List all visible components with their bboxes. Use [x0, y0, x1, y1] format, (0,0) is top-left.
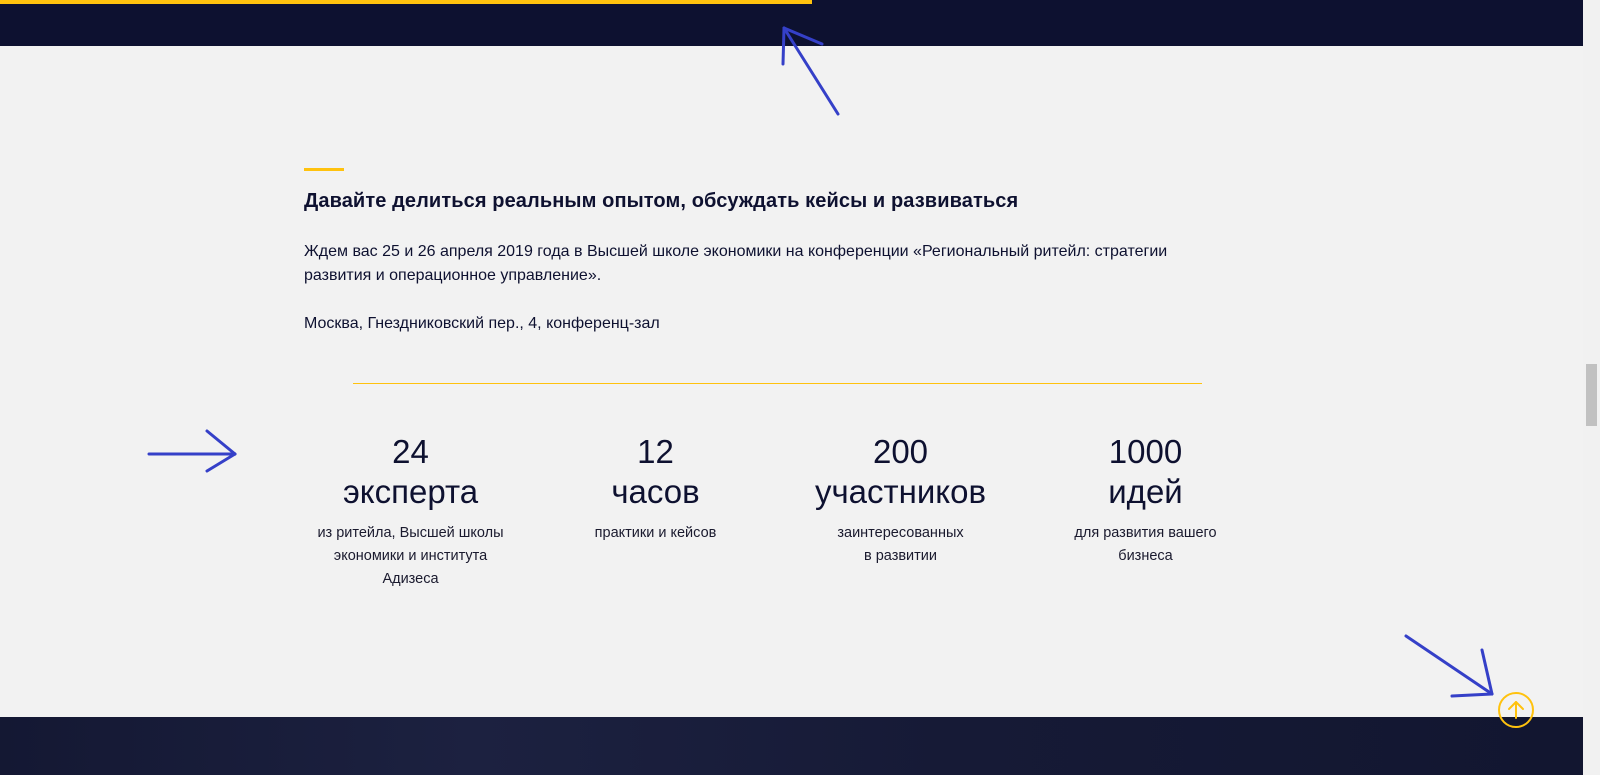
- stat-hours: 12 часов практики и кейсов: [533, 432, 778, 591]
- arrow-up-icon: [1508, 701, 1524, 719]
- stat-description: практики и кейсов: [594, 525, 717, 541]
- stat-number: 12: [637, 433, 674, 470]
- stat-ideas: 1000 идей для развития вашего бизнеса: [1023, 432, 1268, 591]
- scrollbar-thumb[interactable]: [1586, 364, 1597, 426]
- stat-description: заинтересованных в развитии: [837, 525, 964, 564]
- stat-unit: эксперта: [342, 473, 479, 510]
- next-section-band: [0, 717, 1583, 775]
- scroll-to-top-button[interactable]: [1498, 692, 1534, 728]
- stat-unit: участников: [814, 473, 986, 510]
- reading-progress-bar: [0, 0, 813, 4]
- stat-unit: идей: [1108, 473, 1183, 510]
- intro-paragraph: Ждем вас 25 и 26 апреля 2019 года в Высш…: [304, 243, 1168, 284]
- venue-address: Москва, Гнездниковский пер., 4, конферен…: [304, 315, 660, 332]
- top-header-bar: [0, 0, 1583, 46]
- stat-number: 24: [392, 433, 429, 470]
- annotation-arrow-icon: [1404, 634, 1494, 698]
- page: Давайте делиться реальным опытом, обсужд…: [0, 0, 1600, 775]
- stats-row: 24 эксперта из ритейла, Высшей школы эко…: [288, 432, 1268, 591]
- stat-number: 1000: [1108, 433, 1183, 470]
- stat-number: 200: [872, 433, 929, 470]
- stat-description: для развития вашего бизнеса: [1074, 525, 1217, 564]
- stat-participants: 200 участников заинтересованных в развит…: [778, 432, 1023, 591]
- section-accent-line: [304, 168, 344, 171]
- stats-divider: [353, 383, 1202, 384]
- annotation-arrow-icon: [147, 429, 237, 473]
- section-heading: Давайте делиться реальным опытом, обсужд…: [304, 190, 1019, 212]
- stat-description: из ритейла, Высшей школы экономики и инс…: [317, 525, 504, 587]
- stat-experts: 24 эксперта из ритейла, Высшей школы эко…: [288, 432, 533, 591]
- stat-unit: часов: [611, 473, 700, 510]
